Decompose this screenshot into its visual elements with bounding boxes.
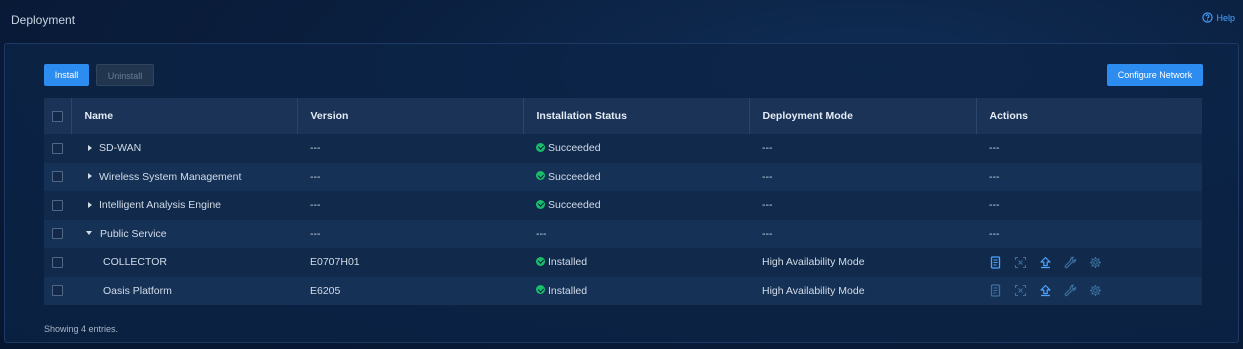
row-name: Oasis Platform <box>103 284 172 297</box>
row-name: Public Service <box>100 227 167 240</box>
deployment-panel: Install Uninstall Configure Network Name… <box>4 43 1239 343</box>
expand-caret-icon[interactable] <box>88 201 92 208</box>
row-actions: --- <box>976 191 1202 220</box>
upload-icon[interactable] <box>1039 284 1052 297</box>
table-header-row: Name Version Installation Status Deploym… <box>44 98 1202 134</box>
table-row: Public Service --- --- --- --- <box>44 219 1202 248</box>
row-actions: --- <box>976 134 1202 163</box>
row-name: SD-WAN <box>99 142 142 155</box>
row-mode: High Availability Mode <box>749 276 976 305</box>
row-status: Installed <box>548 284 588 297</box>
row-status: Succeeded <box>548 199 601 212</box>
configure-network-button[interactable]: Configure Network <box>1107 64 1203 86</box>
row-status: Installed <box>548 256 588 269</box>
check-circle-icon <box>536 199 545 209</box>
scan-icon <box>1014 256 1027 269</box>
row-checkbox[interactable] <box>52 285 63 297</box>
upload-icon[interactable] <box>1039 256 1052 269</box>
help-circle-icon <box>1202 12 1214 23</box>
row-mode: --- <box>749 162 976 191</box>
wrench-icon <box>1064 256 1077 269</box>
row-checkbox[interactable] <box>52 142 63 154</box>
gear-icon <box>1089 284 1102 297</box>
column-header-version[interactable]: Version <box>297 98 524 134</box>
select-all-cell <box>44 98 72 134</box>
row-checkbox[interactable] <box>52 228 63 240</box>
check-circle-icon <box>536 171 545 181</box>
page-title: Deployment <box>11 13 76 27</box>
document-icon[interactable] <box>989 256 1002 269</box>
table-row: Oasis Platform E6205 Installed High Avai… <box>44 276 1202 305</box>
row-version: --- <box>297 219 523 248</box>
row-name: COLLECTOR <box>103 256 167 269</box>
row-status: --- <box>523 219 749 248</box>
row-mode: --- <box>749 191 976 220</box>
document-icon <box>989 284 1002 297</box>
install-button[interactable]: Install <box>44 64 89 86</box>
row-action-icons <box>989 284 1202 297</box>
collapse-caret-icon[interactable] <box>86 231 92 236</box>
row-checkbox[interactable] <box>52 171 63 183</box>
row-name: Wireless System Management <box>99 170 242 183</box>
row-action-icons <box>989 256 1202 269</box>
row-status: Succeeded <box>548 142 601 155</box>
row-version: --- <box>297 162 523 191</box>
column-header-actions: Actions <box>976 98 1202 134</box>
uninstall-button: Uninstall <box>96 64 154 86</box>
select-all-checkbox[interactable] <box>51 110 63 122</box>
row-mode: --- <box>749 219 976 248</box>
row-status: Succeeded <box>548 170 601 183</box>
row-version: --- <box>297 134 523 163</box>
row-version: --- <box>297 191 523 220</box>
row-checkbox[interactable] <box>52 256 63 268</box>
table-row: COLLECTOR E0707H01 Installed High Availa… <box>44 248 1202 277</box>
row-mode: High Availability Mode <box>749 248 976 277</box>
table-row: SD-WAN --- Succeeded --- --- <box>44 134 1202 163</box>
column-header-deployment-mode[interactable]: Deployment Mode <box>749 98 977 134</box>
column-header-name[interactable]: Name <box>71 98 298 134</box>
row-checkbox[interactable] <box>52 199 63 211</box>
wrench-icon <box>1064 284 1077 297</box>
column-header-installation-status[interactable]: Installation Status <box>523 98 750 134</box>
help-link[interactable]: Help <box>1202 12 1235 23</box>
help-label: Help <box>1216 12 1235 23</box>
row-version: E6205 <box>297 276 523 305</box>
check-circle-icon <box>536 256 545 266</box>
check-circle-icon <box>536 142 545 152</box>
entries-count: Showing 4 entries. <box>44 324 119 334</box>
table-row: Intelligent Analysis Engine --- Succeede… <box>44 191 1202 220</box>
deployment-table: Name Version Installation Status Deploym… <box>44 98 1202 305</box>
scan-icon <box>1014 284 1027 297</box>
row-version: E0707H01 <box>297 248 523 277</box>
row-name: Intelligent Analysis Engine <box>99 199 221 212</box>
row-actions: --- <box>976 162 1202 191</box>
row-actions: --- <box>976 219 1202 248</box>
expand-caret-icon[interactable] <box>88 144 92 151</box>
expand-caret-icon[interactable] <box>88 173 92 180</box>
gear-icon <box>1089 256 1102 269</box>
row-mode: --- <box>749 134 976 163</box>
check-circle-icon <box>536 285 545 295</box>
table-row: Wireless System Management --- Succeeded… <box>44 162 1202 191</box>
